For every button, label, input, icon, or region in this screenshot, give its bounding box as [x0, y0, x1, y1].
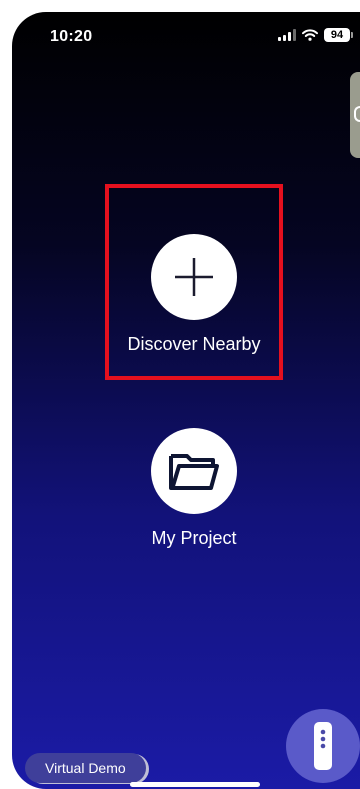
app-screen: 10:20 94 Discover Nearby My Project Virt…: [12, 12, 360, 789]
home-indicator: [130, 782, 260, 787]
remote-control-icon: [314, 722, 332, 770]
my-project-label: My Project: [151, 528, 237, 548]
virtual-demo-button[interactable]: Virtual Demo: [25, 753, 146, 783]
discover-nearby-button[interactable]: Discover Nearby: [105, 184, 283, 380]
plus-icon: [175, 258, 213, 296]
signal-icon: [278, 29, 296, 41]
project-circle: [151, 428, 237, 514]
status-icons: 94: [278, 28, 353, 42]
battery-icon: 94: [324, 28, 353, 42]
wifi-icon: [302, 29, 318, 41]
remote-control-button[interactable]: [286, 709, 360, 783]
status-time: 10:20: [50, 28, 93, 45]
my-project-button[interactable]: My Project: [105, 428, 283, 549]
discover-nearby-label: Discover Nearby: [127, 334, 261, 354]
side-drawer-handle[interactable]: [350, 72, 360, 158]
discover-circle: [151, 234, 237, 320]
folder-icon: [169, 454, 219, 490]
